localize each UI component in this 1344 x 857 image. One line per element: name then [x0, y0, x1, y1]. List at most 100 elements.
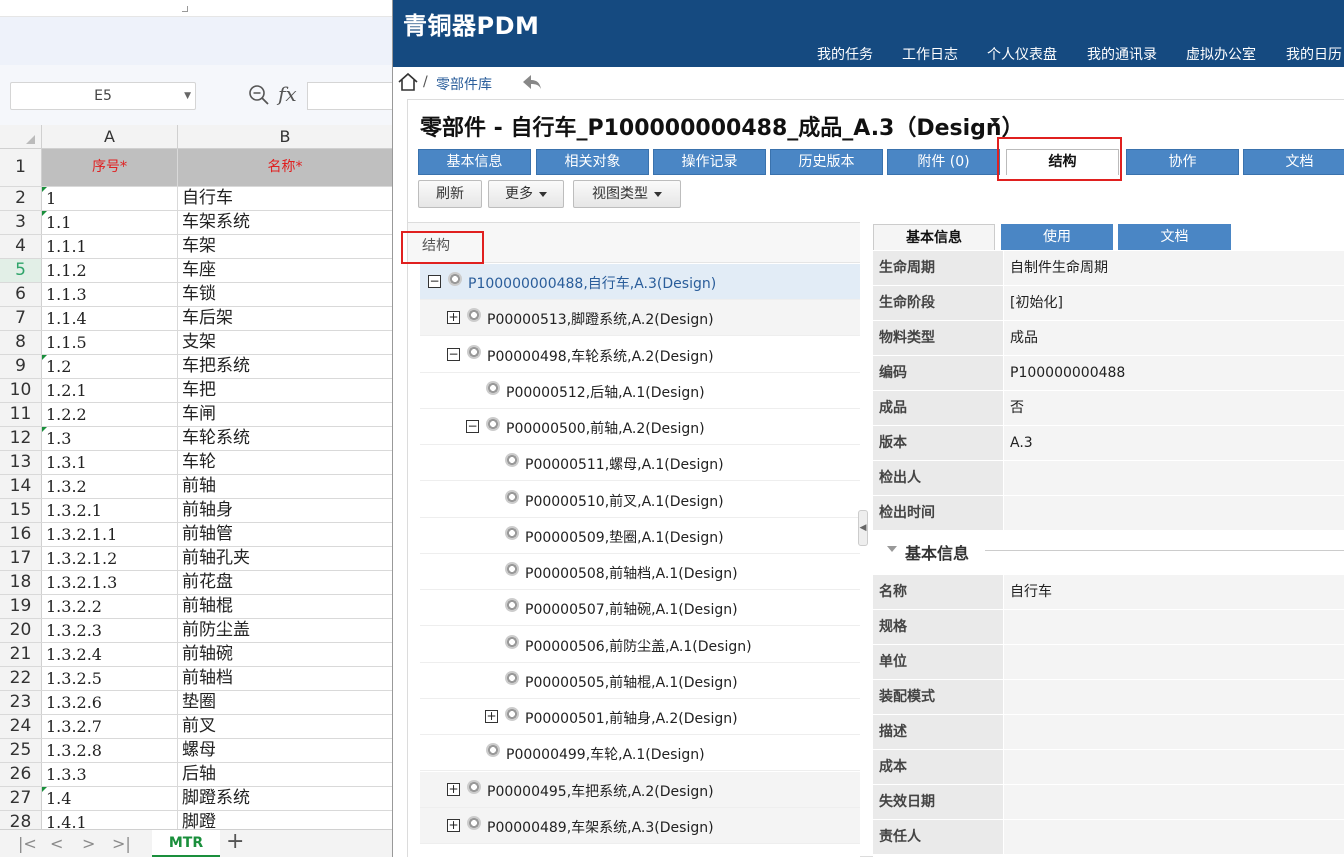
tree-node-label[interactable]: P00000499,车轮,A.1(Design) — [506, 744, 705, 764]
cell-name[interactable]: 前轴身 — [178, 499, 392, 522]
row-number[interactable]: 14 — [0, 475, 42, 498]
tree-node[interactable]: P00000505,前轴棍,A.1(Design) — [420, 663, 860, 699]
header-cell-name[interactable]: 名称* — [178, 149, 392, 186]
cell-name[interactable]: 支架 — [178, 331, 392, 354]
row-number[interactable]: 4 — [0, 235, 42, 258]
tree-node-label[interactable]: P00000510,前叉,A.1(Design) — [525, 491, 724, 511]
row-number[interactable]: 10 — [0, 379, 42, 402]
cell-seq[interactable]: 1.3.2.1 — [42, 499, 178, 522]
expand-icon[interactable]: + — [447, 311, 460, 324]
tree-node[interactable]: + P00000513,脚蹬系统,A.2(Design) — [420, 300, 860, 336]
view-type-button[interactable]: 视图类型 — [573, 180, 681, 208]
detail-tab-basic[interactable]: 基本信息 — [873, 224, 995, 250]
cell-name[interactable]: 车锁 — [178, 283, 392, 306]
nav-work-log[interactable]: 工作日志 — [902, 44, 958, 64]
select-all-corner[interactable] — [0, 125, 42, 149]
nav-virtual-office[interactable]: 虚拟办公室 — [1186, 44, 1256, 64]
cell-seq[interactable]: 1.3.2.6 — [42, 691, 178, 714]
header-cell-seq[interactable]: 序号* — [42, 149, 178, 186]
refresh-button[interactable]: 刷新 — [418, 180, 482, 208]
cell-seq[interactable]: 1.3.2.4 — [42, 643, 178, 666]
cell-seq[interactable]: 1 — [42, 187, 178, 210]
cell-name[interactable]: 车闸 — [178, 403, 392, 426]
cell-seq[interactable]: 1.1.5 — [42, 331, 178, 354]
cell-name[interactable]: 前轴棍 — [178, 595, 392, 618]
collapse-icon[interactable]: − — [428, 275, 441, 288]
cell-name[interactable]: 车轮系统 — [178, 427, 392, 450]
row-number[interactable]: 17 — [0, 547, 42, 570]
breadcrumb-parts-library[interactable]: 零部件库 — [436, 74, 492, 94]
column-header-b[interactable]: B — [178, 125, 392, 149]
cell-seq[interactable]: 1.1.4 — [42, 307, 178, 330]
column-header-a[interactable]: A — [42, 125, 178, 149]
cell-name[interactable]: 前轴档 — [178, 667, 392, 690]
cell-name[interactable]: 后轴 — [178, 763, 392, 786]
row-number[interactable]: 6 — [0, 283, 42, 306]
row-number[interactable]: 7 — [0, 307, 42, 330]
cell-seq[interactable]: 1.3.2.1.1 — [42, 523, 178, 546]
back-arrow-icon[interactable] — [521, 72, 543, 92]
tree-node-label[interactable]: P00000511,螺母,A.1(Design) — [525, 454, 724, 474]
cell-name[interactable]: 车轮 — [178, 451, 392, 474]
cell-name[interactable]: 前轴 — [178, 475, 392, 498]
tree-node[interactable]: − P00000498,车轮系统,A.2(Design) — [420, 337, 860, 373]
tree-node-label[interactable]: P00000501,前轴身,A.2(Design) — [525, 708, 738, 728]
tree-node[interactable]: + P00000501,前轴身,A.2(Design) — [420, 699, 860, 735]
tree-node-label[interactable]: P00000495,车把系统,A.2(Design) — [487, 781, 714, 801]
tree-node-label[interactable]: P00000489,车架系统,A.3(Design) — [487, 817, 714, 837]
row-number[interactable]: 12 — [0, 427, 42, 450]
function-icon[interactable]: fx — [278, 82, 297, 106]
row-number[interactable]: 24 — [0, 715, 42, 738]
resize-corner-icon[interactable] — [182, 6, 188, 12]
sheet-tab-mtr[interactable]: MTR — [152, 830, 220, 857]
tab-documents[interactable]: 文档 — [1243, 149, 1344, 175]
tab-related-objects[interactable]: 相关对象 — [536, 149, 649, 175]
tree-node[interactable]: P00000499,车轮,A.1(Design) — [420, 735, 860, 771]
nav-calendar[interactable]: 我的日历 — [1286, 44, 1342, 64]
tree-node[interactable]: P00000510,前叉,A.1(Design) — [420, 482, 860, 518]
cell-seq[interactable]: 1.3.2.2 — [42, 595, 178, 618]
row-number[interactable]: 2 — [0, 187, 42, 210]
cell-seq[interactable]: 1.3.1 — [42, 451, 178, 474]
cell-seq[interactable]: 1.3.3 — [42, 763, 178, 786]
tree-node[interactable]: P00000508,前轴档,A.1(Design) — [420, 554, 860, 590]
cell-seq[interactable]: 1.3.2 — [42, 475, 178, 498]
row-number[interactable]: 19 — [0, 595, 42, 618]
cell-seq[interactable]: 1.3.2.8 — [42, 739, 178, 762]
tree-node-label[interactable]: P00000509,垫圈,A.1(Design) — [525, 527, 724, 547]
cell-seq[interactable]: 1.3.2.7 — [42, 715, 178, 738]
tab-basic-info[interactable]: 基本信息 — [418, 149, 531, 175]
tree-node-label[interactable]: P00000505,前轴棍,A.1(Design) — [525, 672, 738, 692]
row-number[interactable]: 26 — [0, 763, 42, 786]
more-button[interactable]: 更多 — [488, 180, 564, 208]
detail-tab-usage[interactable]: 使用 — [1001, 224, 1113, 250]
tab-history[interactable]: 历史版本 — [770, 149, 883, 175]
cell-name[interactable]: 前轴碗 — [178, 643, 392, 666]
row-number[interactable]: 25 — [0, 739, 42, 762]
detail-tab-documents[interactable]: 文档 — [1118, 224, 1231, 250]
cell-name[interactable]: 螺母 — [178, 739, 392, 762]
tree-node-label[interactable]: P00000507,前轴碗,A.1(Design) — [525, 599, 738, 619]
tab-operation-log[interactable]: 操作记录 — [653, 149, 766, 175]
cell-name[interactable]: 车座 — [178, 259, 392, 282]
row-number[interactable]: 5 — [0, 259, 42, 282]
tree-node-label[interactable]: P100000000488,自行车,A.3(Design) — [468, 273, 716, 293]
nav-my-tasks[interactable]: 我的任务 — [817, 44, 873, 64]
next-sheet-icon[interactable]: > — [82, 834, 95, 853]
tree-node-label[interactable]: P00000498,车轮系统,A.2(Design) — [487, 346, 714, 366]
tree-node-label[interactable]: P00000512,后轴,A.1(Design) — [506, 382, 705, 402]
tree-node[interactable]: P00000506,前防尘盖,A.1(Design) — [420, 627, 860, 663]
tree-node[interactable]: P00000509,垫圈,A.1(Design) — [420, 518, 860, 554]
section-header-basic[interactable]: 基本信息 — [873, 532, 1344, 568]
expand-icon[interactable]: + — [447, 819, 460, 832]
cell-seq[interactable]: 1.1.3 — [42, 283, 178, 306]
collapse-icon[interactable]: − — [466, 420, 479, 433]
cell-name[interactable]: 垫圈 — [178, 691, 392, 714]
tree-node-label[interactable]: P00000506,前防尘盖,A.1(Design) — [525, 636, 752, 656]
cell-name[interactable]: 车后架 — [178, 307, 392, 330]
tree-node[interactable]: − P100000000488,自行车,A.3(Design) — [420, 264, 860, 300]
chevron-down-icon[interactable]: ▼ — [184, 83, 191, 109]
tree-node[interactable]: P00000512,后轴,A.1(Design) — [420, 373, 860, 409]
formula-input[interactable] — [307, 82, 397, 110]
row-number[interactable]: 15 — [0, 499, 42, 522]
